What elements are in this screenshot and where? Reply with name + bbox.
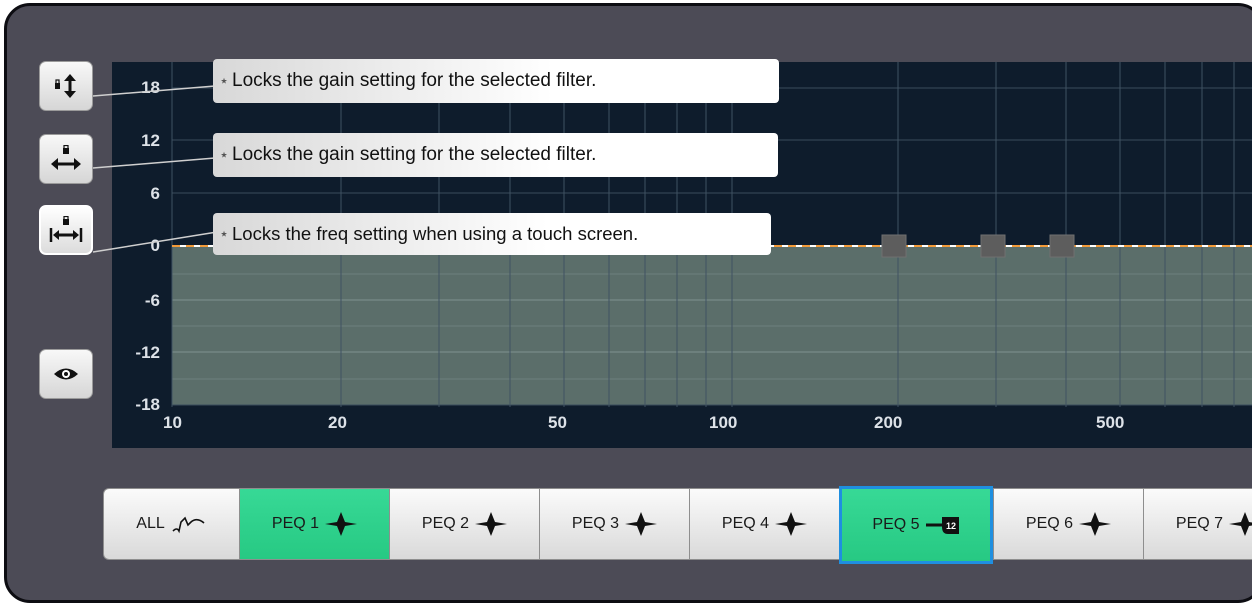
- x-tick-label: 100: [709, 413, 738, 432]
- tab-peq-4[interactable]: PEQ 4: [689, 488, 839, 560]
- tab-peq-3[interactable]: PEQ 3: [539, 488, 689, 560]
- filter-marker[interactable]: [1049, 234, 1075, 258]
- tooltip-text: Locks the gain setting for the selected …: [232, 144, 597, 165]
- tab-label: PEQ 4: [721, 515, 770, 532]
- tab-peq-5[interactable]: PEQ 5 12: [839, 486, 993, 564]
- y-tick-label: -18: [135, 395, 160, 414]
- filter-marker[interactable]: [980, 234, 1006, 258]
- x-tick-label: 500: [1096, 413, 1125, 432]
- callout-lines: [92, 85, 218, 253]
- tooltip-lock-freq: ⋆ Locks the freq setting when using a tou…: [213, 213, 771, 255]
- eq-panel: 18 12 6 0 -6 -12 -18 10 20 50 100 200 50…: [4, 3, 1252, 603]
- tooltip-text: Locks the gain setting for the selected …: [232, 70, 597, 91]
- vertical-arrow-icon: [55, 74, 76, 98]
- peak-filter-icon: [1079, 512, 1112, 536]
- x-tick-label: 200: [874, 413, 903, 432]
- high-shelf-filter-icon: 12: [925, 517, 959, 534]
- horizontal-arrow-lock-icon: [51, 145, 81, 170]
- tab-peq-2[interactable]: PEQ 2: [389, 488, 539, 560]
- view-button[interactable]: [39, 349, 93, 399]
- tooltip-text: Locks the freq setting when using a touc…: [232, 223, 639, 244]
- lock-freq-button[interactable]: [39, 205, 93, 255]
- tab-peq-1[interactable]: PEQ 1: [239, 488, 389, 560]
- tab-label: PEQ 3: [571, 515, 620, 532]
- filter-slope-badge: 12: [946, 521, 956, 531]
- filter-marker[interactable]: [881, 234, 907, 258]
- peak-filter-icon: [625, 512, 658, 536]
- x-tick-label: 20: [328, 413, 347, 432]
- tab-all[interactable]: ALL: [103, 488, 239, 560]
- filter-tab-bar: ALL PEQ 1 PEQ 2 PEQ 3 PEQ 4 PEQ 5 12 PEQ…: [103, 486, 1252, 564]
- tooltip-lock-gain-2: ⋆ Locks the gain setting for the selected…: [213, 133, 778, 177]
- tab-peq-7[interactable]: PEQ 7: [1143, 488, 1252, 560]
- tab-label: PEQ 1: [271, 515, 320, 532]
- lock-gain-horizontal-button[interactable]: [39, 134, 93, 184]
- tab-label: PEQ 2: [421, 515, 470, 532]
- x-tick-label: 50: [548, 413, 567, 432]
- tooltip-lock-gain: ⋆ Locks the gain setting for the selected…: [213, 59, 779, 103]
- peak-filter-icon: [775, 512, 808, 536]
- peak-filter-icon: [1229, 512, 1252, 536]
- y-tick-label: -12: [135, 343, 160, 362]
- x-tick-label: 10: [163, 413, 182, 432]
- lock-gain-button[interactable]: [39, 61, 93, 111]
- freq-lock-icon: [49, 216, 83, 242]
- tab-label: PEQ 5: [872, 516, 920, 533]
- peak-filter-icon: [475, 512, 508, 536]
- tab-peq-6[interactable]: PEQ 6: [993, 488, 1143, 560]
- tab-label: PEQ 6: [1025, 515, 1074, 532]
- peak-filter-icon: [325, 512, 358, 536]
- tab-label: ALL: [136, 515, 165, 532]
- eye-icon: [54, 368, 78, 380]
- waveform-icon: [172, 516, 205, 534]
- tab-label: PEQ 7: [1175, 515, 1224, 532]
